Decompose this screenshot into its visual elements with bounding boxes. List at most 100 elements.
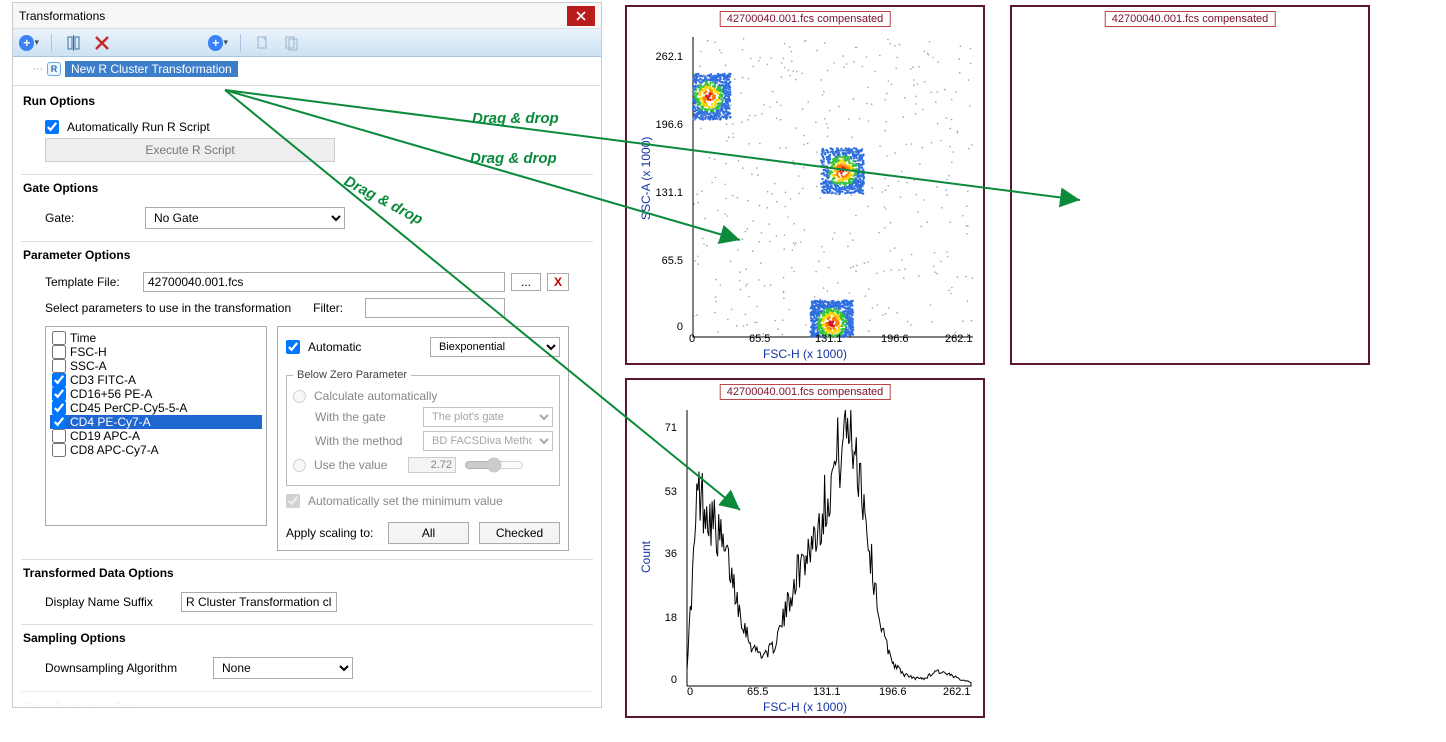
copy-button[interactable] xyxy=(253,33,273,53)
auto-run-checkbox[interactable] xyxy=(45,120,59,134)
param-checkbox[interactable] xyxy=(52,429,66,443)
param-name: CD16+56 PE-A xyxy=(70,387,152,401)
add-button-2[interactable]: +▾ xyxy=(208,33,228,53)
param-checkbox[interactable] xyxy=(52,331,66,345)
downsampling-algo-select[interactable]: None xyxy=(213,657,353,679)
param-name: Time xyxy=(70,331,96,345)
param-item[interactable]: CD4 PE-Cy7-A xyxy=(50,415,262,429)
histogram-canvas xyxy=(627,380,987,720)
scatter-xlabel: FSC-H (x 1000) xyxy=(763,347,847,361)
gate-select[interactable]: No Gate xyxy=(145,207,345,229)
scaling-type-select[interactable]: Biexponential xyxy=(430,337,560,357)
ytick: 65.5 xyxy=(662,255,683,267)
use-value-field xyxy=(408,457,456,473)
toolbar-separator xyxy=(51,34,52,52)
use-value-slider xyxy=(464,457,524,473)
window-close-button[interactable] xyxy=(567,6,595,26)
drag-drop-label-1: Drag & drop xyxy=(472,110,559,127)
display-name-suffix-label: Display Name Suffix xyxy=(45,595,173,609)
apply-scaling-label: Apply scaling to: xyxy=(286,526,378,540)
select-params-label: Select parameters to use in the transfor… xyxy=(45,301,291,315)
with-method-select: BD FACSDiva Method xyxy=(423,431,553,451)
browse-button[interactable]: ... xyxy=(511,273,541,291)
xtick: 131.1 xyxy=(815,333,843,345)
paste-button[interactable] xyxy=(281,33,301,53)
drag-drop-label-2: Drag & drop xyxy=(470,150,557,167)
sampling-options-heading: Sampling Options xyxy=(21,624,593,649)
param-checkbox[interactable] xyxy=(52,443,66,457)
parameter-list[interactable]: TimeFSC-HSSC-ACD3 FITC-ACD16+56 PE-ACD45… xyxy=(45,326,267,526)
xtick: 262.1 xyxy=(945,333,973,345)
scaling-panel: Automatic Biexponential Below Zero Param… xyxy=(277,326,569,551)
histogram-plot-frame[interactable]: 42700040.001.fcs compensated FSC-H (x 10… xyxy=(625,378,985,718)
filter-label: Filter: xyxy=(313,301,343,315)
with-gate-select: The plot's gate xyxy=(423,407,553,427)
param-name: CD8 APC-Cy7-A xyxy=(70,443,159,457)
param-item[interactable]: Time xyxy=(50,331,262,345)
transformations-window: Transformations +▾ +▾ ⋯ R New R Cluster … xyxy=(12,2,602,708)
automatic-label: Automatic xyxy=(308,340,361,354)
r-icon: R xyxy=(47,62,61,76)
scatter-ylabel: SSC-A (x 1000) xyxy=(639,137,653,220)
xtick: 65.5 xyxy=(749,333,770,345)
options-scroll[interactable]: Run Options Automatically Run R Script E… xyxy=(13,86,601,707)
toolbar-separator xyxy=(240,34,241,52)
param-checkbox[interactable] xyxy=(52,387,66,401)
use-value-label: Use the value xyxy=(314,458,400,472)
param-name: SSC-A xyxy=(70,359,107,373)
tree-connector: ⋯ xyxy=(33,64,43,75)
display-name-suffix-input[interactable] xyxy=(181,592,337,612)
param-checkbox[interactable] xyxy=(52,401,66,415)
xtick: 65.5 xyxy=(747,686,768,698)
with-method-label: With the method xyxy=(315,434,415,448)
run-options-heading: Run Options xyxy=(21,88,593,112)
template-file-input[interactable] xyxy=(143,272,505,292)
add-button-1[interactable]: +▾ xyxy=(19,33,39,53)
ytick: 196.6 xyxy=(655,119,683,131)
ytick: 18 xyxy=(665,612,677,624)
clear-template-button[interactable]: X xyxy=(547,273,569,291)
param-checkbox[interactable] xyxy=(52,415,66,429)
apply-checked-button[interactable]: Checked xyxy=(479,522,560,544)
auto-min-label: Automatically set the minimum value xyxy=(308,494,503,508)
ytick: 262.1 xyxy=(655,51,683,63)
below-zero-fieldset: Below Zero Parameter Calculate automatic… xyxy=(286,369,560,486)
param-item[interactable]: CD3 FITC-A xyxy=(50,373,262,387)
ytick: 36 xyxy=(665,548,677,560)
param-checkbox[interactable] xyxy=(52,373,66,387)
param-checkbox[interactable] xyxy=(52,359,66,373)
toolbar: +▾ +▾ xyxy=(13,29,601,57)
apply-all-button[interactable]: All xyxy=(388,522,469,544)
ytick: 53 xyxy=(665,486,677,498)
param-name: CD4 PE-Cy7-A xyxy=(70,415,151,429)
gate-options-heading: Gate Options xyxy=(21,174,593,199)
param-item[interactable]: CD16+56 PE-A xyxy=(50,387,262,401)
template-file-label: Template File: xyxy=(45,275,137,289)
automatic-checkbox[interactable] xyxy=(286,340,300,354)
param-item[interactable]: CD8 APC-Cy7-A xyxy=(50,443,262,457)
param-name: CD3 FITC-A xyxy=(70,373,136,387)
scatter-plot-frame[interactable]: 42700040.001.fcs compensated FSC-H (x 10… xyxy=(625,5,985,365)
below-zero-legend: Below Zero Parameter xyxy=(293,369,411,381)
delete-button[interactable] xyxy=(92,33,112,53)
filter-input[interactable] xyxy=(365,298,505,318)
ytick: 71 xyxy=(665,422,677,434)
plus-icon: + xyxy=(19,35,34,51)
tree-item[interactable]: ⋯ R New R Cluster Transformation xyxy=(33,61,591,77)
window-titlebar[interactable]: Transformations xyxy=(13,3,601,29)
rename-button[interactable] xyxy=(64,33,84,53)
execute-r-script-button[interactable]: Execute R Script xyxy=(45,138,335,162)
param-checkbox[interactable] xyxy=(52,345,66,359)
param-item[interactable]: SSC-A xyxy=(50,359,262,373)
tree-item-label: New R Cluster Transformation xyxy=(65,61,238,77)
param-item[interactable]: FSC-H xyxy=(50,345,262,359)
calc-auto-radio xyxy=(293,390,306,403)
ytick: 0 xyxy=(671,674,677,686)
empty-plot-frame[interactable]: 42700040.001.fcs compensated xyxy=(1010,5,1370,365)
auto-min-checkbox xyxy=(286,494,300,508)
with-gate-label: With the gate xyxy=(315,410,415,424)
transformation-tree: ⋯ R New R Cluster Transformation xyxy=(13,57,601,86)
param-item[interactable]: CD19 APC-A xyxy=(50,429,262,443)
param-name: FSC-H xyxy=(70,345,107,359)
param-item[interactable]: CD45 PerCP-Cy5-5-A xyxy=(50,401,262,415)
